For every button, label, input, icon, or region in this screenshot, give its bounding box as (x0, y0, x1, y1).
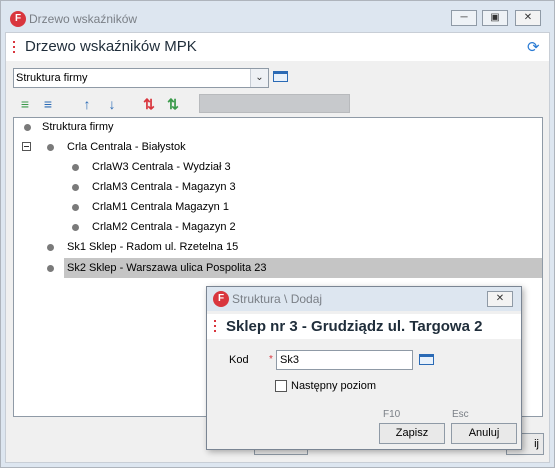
move-up-icon[interactable]: ↑ (78, 95, 96, 113)
minimize-button[interactable]: ─ (451, 10, 477, 26)
folder-icon[interactable] (419, 354, 434, 365)
close-icon: ✕ (523, 12, 533, 23)
bullet-icon (72, 184, 79, 191)
title-bar: F Drzewo wskaźników ─ ▣ ✕ (1, 1, 554, 32)
dialog-heading: Sklep nr 3 - Grudziądz ul. Targowa 2 (226, 318, 483, 335)
required-mark: * (269, 354, 273, 365)
dialog-title: Struktura \ Dodaj (232, 292, 323, 306)
kod-input[interactable]: Sk3 (276, 350, 413, 370)
save-button[interactable]: Zapisz (379, 423, 445, 444)
collapse-icon[interactable] (22, 142, 31, 151)
bullet-icon (72, 204, 79, 211)
tree-node-label: CrlaM2 Centrala - Magazyn 2 (92, 221, 236, 233)
tree-node[interactable]: Crla Centrala - Białystok (14, 138, 542, 156)
bullet-icon (47, 265, 54, 272)
tree-node[interactable]: Sk1 Sklep - Radom ul. Rzetelna 15 (14, 238, 542, 256)
next-level-label: Następny poziom (291, 380, 376, 392)
minimize-icon: ─ (460, 12, 468, 23)
tree-node-label: CrlaW3 Centrala - Wydział 3 (92, 161, 231, 173)
add-dialog: F Struktura \ Dodaj ✕ Sklep nr 3 - Grudz… (206, 286, 522, 450)
folder-icon[interactable] (273, 71, 288, 82)
drag-handle-icon (214, 320, 217, 334)
tree-node-label: Sk2 Sklep - Warszawa ulica Pospolita 23 (67, 262, 267, 274)
refresh-icon[interactable]: ⟳ (527, 38, 540, 56)
bullet-icon (24, 124, 31, 131)
drag-handle-icon (13, 41, 16, 55)
structure-select-value: Struktura firmy (16, 72, 88, 84)
page-title: Drzewo wskaźników MPK (25, 38, 197, 55)
restore-button[interactable]: ▣ (482, 10, 508, 26)
bullet-icon (47, 244, 54, 251)
app-logo-icon: F (10, 11, 26, 27)
filter-bar[interactable] (199, 94, 350, 113)
close-button[interactable]: ✕ (515, 10, 541, 26)
dialog-close-button[interactable]: ✕ (487, 291, 513, 307)
cancel-shortcut-hint: Esc (452, 409, 469, 420)
tree-node[interactable]: CrlaM2 Centrala - Magazyn 2 (14, 218, 542, 236)
dialog-header: Sklep nr 3 - Grudziądz ul. Targowa 2 (207, 314, 521, 339)
tree-node-label: Crla Centrala - Białystok (67, 141, 186, 153)
tree-node[interactable]: CrlaW3 Centrala - Wydział 3 (14, 158, 542, 176)
kod-input-value: Sk3 (280, 354, 299, 366)
tree-node[interactable]: CrlaM1 Centrala Magazyn 1 (14, 198, 542, 216)
add-sibling-icon[interactable]: ≡ (39, 95, 57, 113)
move-down-icon[interactable]: ↓ (103, 95, 121, 113)
add-child-icon[interactable]: ≡ (16, 95, 34, 113)
save-shortcut-hint: F10 (383, 409, 401, 420)
tree-node-selected[interactable]: Sk2 Sklep - Warszawa ulica Pospolita 23 (14, 259, 542, 277)
export-icon[interactable]: ⇅ (164, 95, 182, 113)
tree-node[interactable]: CrlaM3 Centrala - Magazyn 3 (14, 178, 542, 196)
tree-node-label: Struktura firmy (42, 121, 114, 133)
window-title: Drzewo wskaźników (29, 12, 138, 26)
tree-node-label: CrlaM1 Centrala Magazyn 1 (92, 201, 229, 213)
app-logo-icon: F (213, 291, 229, 307)
tree-node-label: CrlaM3 Centrala - Magazyn 3 (92, 181, 236, 193)
tree-node-root[interactable]: Struktura firmy (14, 118, 542, 136)
cancel-button[interactable]: Anuluj (451, 423, 517, 444)
kod-label: Kod (229, 354, 249, 366)
structure-select[interactable]: Struktura firmy ⌄ (13, 68, 269, 88)
chevron-down-icon[interactable]: ⌄ (250, 69, 268, 87)
dialog-title-bar: F Struktura \ Dodaj ✕ (207, 287, 521, 311)
bullet-icon (47, 144, 54, 151)
import-icon[interactable]: ⇅ (140, 95, 158, 113)
bullet-icon (72, 164, 79, 171)
next-level-checkbox[interactable] (275, 380, 287, 392)
tree-node-label: Sk1 Sklep - Radom ul. Rzetelna 15 (67, 241, 239, 253)
bullet-icon (72, 224, 79, 231)
close-icon: ✕ (495, 293, 505, 304)
restore-icon: ▣ (490, 12, 500, 23)
page-header: Drzewo wskaźników MPK ⟳ (6, 33, 549, 61)
